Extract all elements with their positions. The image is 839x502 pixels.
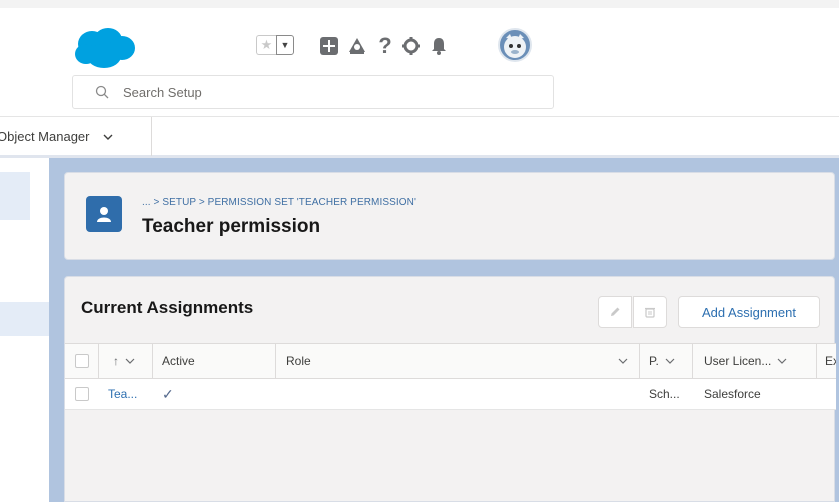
select-all-checkbox[interactable]	[74, 354, 89, 368]
favorites-group: ★ ▼	[256, 35, 294, 55]
tab-object-manager-label: Object Manager	[0, 129, 90, 144]
trash-icon	[645, 307, 655, 318]
chevron-down-icon[interactable]	[665, 356, 675, 366]
column-label-role: Role	[286, 354, 311, 368]
add-assignment-button[interactable]: Add Assignment	[678, 296, 820, 328]
breadcrumb[interactable]: ... > SETUP > PERMISSION SET 'TEACHER PE…	[142, 197, 416, 208]
column-label-active: Active	[162, 354, 195, 368]
page-title: Teacher permission	[142, 216, 321, 237]
setup-nav-bar: Object Manager	[0, 116, 839, 158]
row-role	[276, 379, 640, 409]
gear-icon[interactable]	[400, 35, 422, 57]
column-label-profile: P.	[649, 354, 659, 368]
column-label-extra: Ex	[825, 354, 836, 368]
sort-arrow-icon: ↑	[113, 354, 119, 368]
column-header-user-license[interactable]: User Licen...	[693, 344, 817, 378]
edit-button[interactable]	[598, 296, 632, 328]
global-header: ★ ▼ ?	[0, 0, 839, 116]
column-header-role[interactable]: Role	[276, 344, 640, 378]
favorites-dropdown-icon[interactable]: ▼	[276, 35, 294, 55]
row-user-license: Salesforce	[704, 387, 761, 401]
row-profile: Sch...	[649, 387, 680, 401]
table-row[interactable]: Tea... ✓ Sch... Salesforce	[65, 379, 836, 410]
trailhead-icon[interactable]	[346, 35, 368, 57]
chevron-down-icon[interactable]	[125, 356, 135, 366]
row-checkbox[interactable]	[75, 387, 89, 401]
bell-icon[interactable]	[428, 35, 450, 57]
chevron-down-icon[interactable]	[777, 356, 787, 366]
column-header-profile[interactable]: P.	[640, 344, 693, 378]
delete-button[interactable]	[633, 296, 667, 328]
sidebar-item-selected[interactable]	[0, 302, 49, 336]
setup-search-box	[72, 75, 554, 109]
sidebar-item-highlight[interactable]	[0, 172, 30, 220]
permission-set-icon	[86, 196, 122, 232]
setup-sidebar	[0, 158, 49, 502]
pencil-icon	[611, 307, 620, 316]
search-icon	[95, 85, 109, 99]
table-header: ↑ Active Role P. User Licen... E	[65, 343, 836, 379]
user-avatar[interactable]	[498, 28, 532, 62]
chevron-down-icon[interactable]	[102, 131, 114, 143]
page-header: ... > SETUP > PERMISSION SET 'TEACHER PE…	[64, 172, 835, 260]
salesforce-logo[interactable]	[72, 26, 136, 70]
global-actions-plus-icon[interactable]	[318, 35, 340, 57]
favorite-star-icon[interactable]: ★	[256, 35, 276, 55]
assignments-title: Current Assignments	[81, 298, 254, 317]
help-icon[interactable]: ?	[374, 33, 396, 58]
tab-object-manager[interactable]: Object Manager	[0, 117, 152, 156]
current-assignments-card: Current Assignments Add Assignment ↑ Act…	[64, 276, 836, 502]
select-all-cell	[65, 344, 99, 378]
row-select-cell	[65, 379, 99, 409]
column-label-user-license: User Licen...	[704, 354, 772, 368]
column-header-active[interactable]: Active	[153, 344, 276, 378]
sort-column-header[interactable]: ↑	[99, 344, 153, 378]
column-header-extra[interactable]: Ex	[817, 344, 836, 378]
row-name-link[interactable]: Tea...	[99, 379, 153, 409]
content-area: ... > SETUP > PERMISSION SET 'TEACHER PE…	[0, 158, 839, 502]
chevron-down-icon[interactable]	[618, 356, 628, 366]
search-input[interactable]	[123, 84, 523, 100]
row-active-check-icon: ✓	[162, 385, 174, 402]
